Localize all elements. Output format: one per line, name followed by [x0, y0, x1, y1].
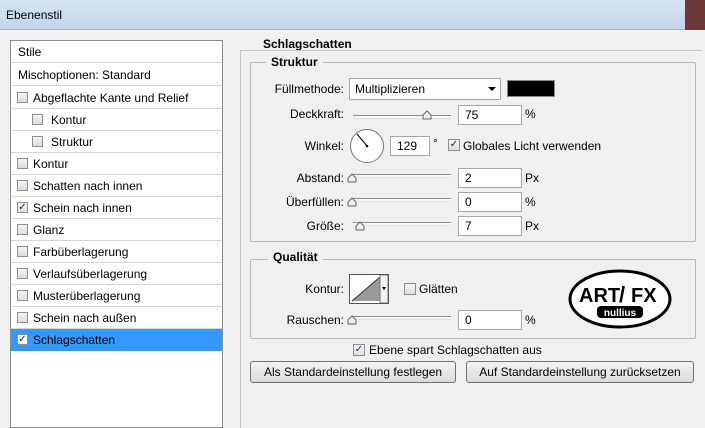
style-item[interactable]: Abgeflachte Kante und Relief	[11, 87, 222, 109]
reset-default-button[interactable]: Auf Standardeinstellung zurücksetzen	[466, 361, 694, 383]
style-item-checkbox[interactable]	[32, 136, 43, 147]
noise-unit: %	[525, 313, 536, 327]
style-item[interactable]: Farbüberlagerung	[11, 241, 222, 263]
blend-options-label: Mischoptionen: Standard	[18, 68, 151, 82]
style-item[interactable]: Glanz	[11, 219, 222, 241]
style-item-label: Schatten nach innen	[33, 179, 143, 193]
blend-mode-value: Multiplizieren	[355, 82, 426, 96]
style-item[interactable]: ✓ Schlagschatten	[11, 329, 222, 351]
size-slider-thumb[interactable]	[355, 221, 365, 231]
contour-picker[interactable]	[349, 274, 389, 304]
window-title: Ebenenstil	[6, 8, 63, 22]
size-label: Größe:	[306, 219, 344, 233]
style-item-checkbox[interactable]	[17, 268, 28, 279]
style-item-label: Glanz	[33, 223, 65, 237]
style-item-label: Farbüberlagerung	[33, 245, 129, 259]
spread-unit: %	[525, 195, 536, 209]
styles-header[interactable]: Stile	[11, 41, 222, 63]
style-item[interactable]: Schein nach außen	[11, 307, 222, 329]
opacity-unit: %	[525, 107, 536, 121]
spread-input[interactable]: 0	[458, 192, 522, 212]
noise-slider-thumb[interactable]	[347, 315, 357, 325]
title-bar: Ebenenstil	[0, 0, 705, 30]
opacity-label: Deckkraft:	[289, 107, 344, 121]
style-item[interactable]: ✓ Schein nach innen	[11, 197, 222, 219]
style-item-checkbox[interactable]	[17, 92, 28, 103]
style-item-checkbox[interactable]: ✓	[17, 334, 28, 345]
style-item-checkbox[interactable]	[32, 114, 43, 125]
style-item-label: Kontur	[33, 157, 69, 171]
contour-label: Kontur:	[305, 282, 344, 296]
blend-mode-label: Füllmethode:	[274, 82, 344, 96]
distance-input[interactable]: 2	[458, 168, 522, 188]
spread-slider-track[interactable]	[353, 198, 451, 202]
angle-label: Winkel:	[304, 139, 344, 153]
style-item-checkbox[interactable]	[17, 312, 28, 323]
structure-title: Struktur	[266, 55, 323, 69]
size-input[interactable]: 7	[458, 216, 522, 236]
blend-mode-select[interactable]: Multiplizieren	[349, 78, 501, 100]
angle-unit: °	[433, 136, 438, 150]
style-item[interactable]: Kontur	[11, 109, 222, 131]
knockout-label: Ebene spart Schlagschatten aus	[369, 343, 542, 357]
angle-dial[interactable]	[349, 128, 385, 164]
noise-label: Rauschen:	[286, 313, 344, 327]
antialias-checkbox[interactable]	[404, 283, 416, 295]
styles-list: Stile Mischoptionen: Standard Abgeflacht…	[10, 40, 223, 428]
make-default-button[interactable]: Als Standardeinstellung festlegen	[250, 361, 456, 383]
drop-shadow-title: Schlagschatten	[263, 37, 352, 51]
blend-options-item[interactable]: Mischoptionen: Standard	[11, 64, 222, 86]
distance-slider-thumb[interactable]	[347, 173, 357, 183]
opacity-slider-track[interactable]	[353, 115, 451, 119]
noise-input[interactable]: 0	[458, 310, 522, 330]
size-slider-track[interactable]	[353, 222, 451, 226]
style-item[interactable]: Schatten nach innen	[11, 175, 222, 197]
style-item-label: Schein nach außen	[33, 311, 137, 325]
size-unit: Px	[525, 219, 540, 233]
checkmark-icon: ✓	[354, 344, 364, 355]
style-item-checkbox[interactable]	[17, 290, 28, 301]
spread-label: Überfüllen:	[285, 195, 344, 209]
style-item[interactable]: Kontur	[11, 153, 222, 175]
style-item-label: Musterüberlagerung	[33, 289, 141, 303]
checkmark-icon: ✓	[449, 139, 459, 150]
distance-slider-track[interactable]	[353, 174, 451, 178]
style-item[interactable]: Musterüberlagerung	[11, 285, 222, 307]
artfx-logo: ART / FX nullius	[567, 268, 673, 333]
style-item-checkbox[interactable]	[17, 158, 28, 169]
styles-header-label: Stile	[18, 45, 42, 59]
style-item-label: Abgeflachte Kante und Relief	[33, 91, 189, 105]
quality-title: Qualität	[268, 250, 323, 264]
chevron-down-icon	[488, 87, 496, 91]
logo-text-nullius: nullius	[604, 308, 637, 319]
distance-label: Abstand:	[296, 171, 344, 185]
style-item-checkbox[interactable]	[17, 224, 28, 235]
window-corner	[685, 0, 705, 30]
angle-input[interactable]: 129	[390, 136, 430, 156]
knockout-checkbox[interactable]: ✓	[353, 344, 365, 356]
style-item-label: Struktur	[51, 135, 94, 149]
global-light-label: Globales Licht verwenden	[463, 139, 602, 153]
antialias-label: Glätten	[419, 282, 458, 296]
logo-text-fx: FX	[631, 285, 657, 307]
style-item-checkbox[interactable]	[17, 246, 28, 257]
style-item[interactable]: Struktur	[11, 131, 222, 153]
style-item-label: Verlaufsüberlagerung	[33, 267, 148, 281]
spread-slider-thumb[interactable]	[347, 197, 357, 207]
style-item[interactable]: Verlaufsüberlagerung	[11, 263, 222, 285]
opacity-slider-thumb[interactable]	[422, 110, 432, 120]
noise-slider-track[interactable]	[353, 316, 451, 320]
opacity-input[interactable]: 75	[458, 105, 522, 125]
style-item-checkbox[interactable]	[17, 180, 28, 191]
style-item-checkbox[interactable]: ✓	[17, 202, 28, 213]
logo-text-art: ART	[579, 285, 620, 307]
shadow-color-swatch[interactable]	[507, 80, 555, 97]
style-item-label: Kontur	[51, 113, 87, 127]
style-item-label: Schein nach innen	[33, 201, 132, 215]
style-item-label: Schlagschatten	[33, 333, 116, 347]
global-light-checkbox[interactable]: ✓	[448, 139, 460, 151]
logo-slash: /	[619, 282, 625, 307]
distance-unit: Px	[525, 171, 540, 185]
